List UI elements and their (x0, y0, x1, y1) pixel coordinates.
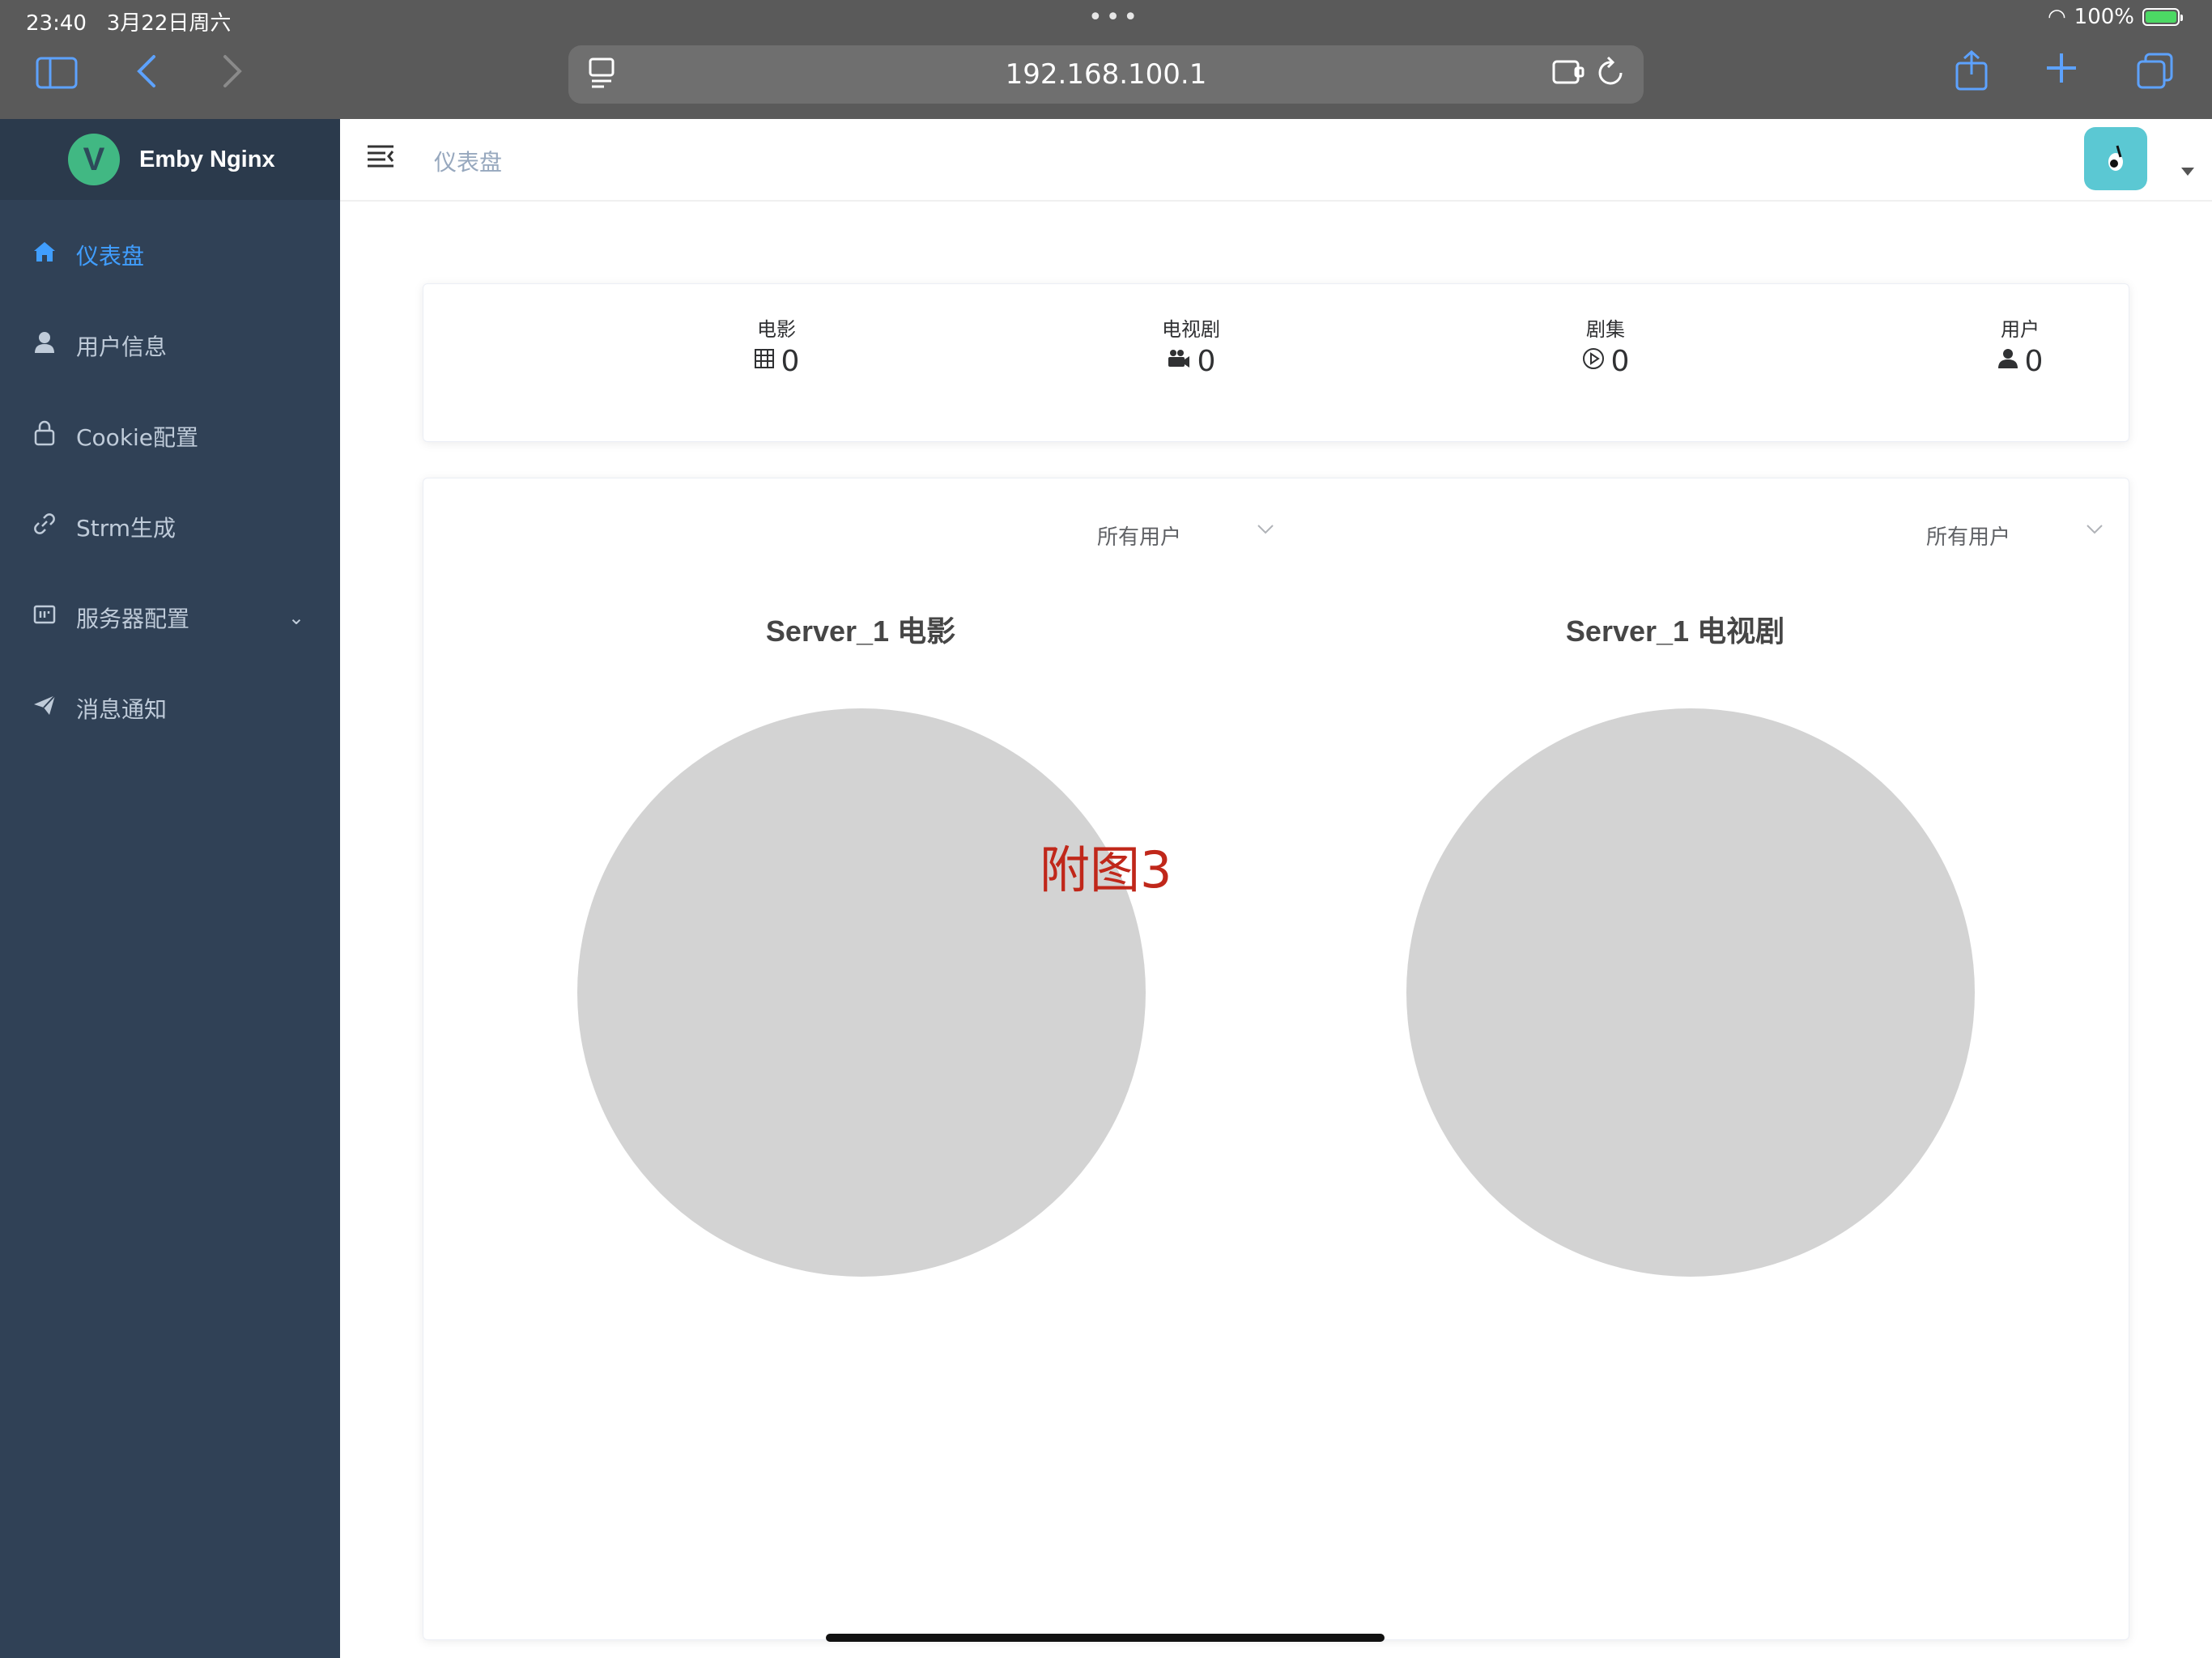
time-text: 23:40 (26, 11, 87, 36)
stat-label: 剧集 (1586, 318, 1625, 341)
stat-users: 用户 0 (1899, 313, 2142, 378)
home-icon (29, 240, 60, 270)
tabs-icon[interactable] (2136, 52, 2175, 97)
sidebar-item-notifications[interactable]: 消息通知 (0, 663, 340, 754)
chevron-down-icon[interactable] (1256, 519, 1275, 544)
top-navbar: 仪表盘 (340, 119, 2212, 202)
stat-value: 0 (1610, 345, 1630, 378)
status-time: 23:40 3月22日周六 (26, 6, 231, 36)
address-bar[interactable]: 192.168.100.1 (568, 45, 1644, 104)
link-icon (29, 512, 60, 542)
home-indicator[interactable] (826, 1634, 1385, 1642)
hamburger-icon[interactable] (366, 142, 395, 175)
stat-movies: 电影 0 (655, 313, 898, 378)
grid-icon (754, 348, 775, 375)
sidebar-item-label: 消息通知 (76, 696, 168, 723)
app-title: Emby Nginx (139, 146, 275, 172)
extension-icon[interactable] (1551, 55, 1585, 96)
select-value: 所有用户 (1097, 525, 1182, 550)
chart-title-tv: Server_1 电视剧 (1565, 614, 1785, 648)
pie-empty-placeholder (577, 708, 1146, 1277)
stat-tv: 电视剧 0 (1070, 313, 1312, 378)
back-icon[interactable] (134, 53, 159, 96)
stat-value-row: 0 (655, 345, 898, 378)
sidebar-item-user-info[interactable]: 用户信息 (0, 300, 340, 391)
sidebar-toggle-icon[interactable] (36, 57, 78, 96)
camera-icon (1167, 348, 1191, 375)
battery-icon (2142, 8, 2183, 26)
person-icon (1997, 348, 2018, 375)
sidebar-menu: 仪表盘 用户信息 Cookie配置 Strm生成 服务器配置 ⌄ 消息通知 (0, 210, 340, 754)
date-text: 3月22日周六 (106, 11, 232, 36)
logo: V (68, 134, 120, 185)
pie-empty-placeholder (1406, 708, 1975, 1277)
browser-chrome: 23:40 3月22日周六 ••• ◠ 100% 192.168.100.1 (0, 0, 2212, 119)
wifi-icon: ◠ (2047, 5, 2066, 29)
select-value: 所有用户 (1926, 525, 2011, 550)
sidebar-item-label: Cookie配置 (76, 424, 199, 451)
chart-title-movies: Server_1 电影 (765, 614, 956, 648)
send-icon (29, 693, 60, 724)
forward-icon[interactable] (220, 53, 245, 96)
multitask-dots-icon[interactable]: ••• (1088, 3, 1141, 32)
stat-value: 0 (1197, 345, 1216, 378)
stat-label: 电影 (757, 318, 796, 341)
play-icon (1582, 347, 1605, 376)
chevron-down-icon[interactable]: ⌄ (288, 606, 304, 629)
share-icon[interactable] (1955, 49, 1989, 97)
stat-value: 0 (2024, 345, 2044, 378)
sidebar-item-label: 用户信息 (76, 334, 168, 360)
user-icon (29, 330, 60, 361)
sidebar-item-server-config[interactable]: 服务器配置 ⌄ (0, 572, 340, 663)
pie-chart-movies[interactable] (577, 708, 1146, 1277)
sidebar: V Emby Nginx 仪表盘 用户信息 Cookie配置 Strm生成 服务… (0, 119, 340, 1658)
sidebar-item-label: 服务器配置 (76, 606, 190, 632)
stat-value-row: 0 (1899, 345, 2142, 378)
sidebar-item-dashboard[interactable]: 仪表盘 (0, 210, 340, 300)
stat-value-row: 0 (1070, 345, 1312, 378)
chevron-down-icon[interactable] (2085, 519, 2104, 544)
sidebar-item-label: 仪表盘 (76, 243, 145, 270)
pie-chart-tv[interactable] (1406, 708, 1975, 1277)
stat-value-row: 0 (1484, 345, 1727, 378)
new-tab-icon[interactable] (2044, 50, 2079, 92)
sidebar-header[interactable]: V Emby Nginx (0, 119, 340, 200)
sidebar-item-label: Strm生成 (76, 515, 177, 542)
url-text[interactable]: 192.168.100.1 (568, 45, 1644, 104)
lock-icon (29, 420, 60, 453)
stat-episodes: 剧集 0 (1484, 313, 1727, 378)
battery-percent: 100% (2074, 5, 2134, 29)
user-filter-select-movies[interactable]: 所有用户 (1097, 521, 1275, 553)
breadcrumb[interactable]: 仪表盘 (434, 145, 502, 177)
sidebar-item-strm[interactable]: Strm生成 (0, 482, 340, 572)
annotation-label: 附图3 (1040, 840, 1172, 899)
stat-value: 0 (781, 345, 800, 378)
user-filter-select-tv[interactable]: 所有用户 (1926, 521, 2104, 553)
avatar[interactable] (2084, 127, 2147, 190)
reload-icon[interactable] (1595, 53, 1627, 96)
caret-down-icon[interactable] (2181, 168, 2194, 176)
stat-label: 用户 (2001, 318, 2040, 341)
stat-label: 电视剧 (1162, 318, 1220, 341)
server-icon (29, 602, 60, 633)
status-right: ◠ 100% (2047, 5, 2183, 29)
chart-card: 所有用户 所有用户 Server_1 电影 Server_1 电视剧 (423, 478, 2129, 1640)
sidebar-item-cookie[interactable]: Cookie配置 (0, 391, 340, 482)
stats-card: 电影 0 电视剧 0 剧集 0 用户 0 (423, 283, 2129, 442)
